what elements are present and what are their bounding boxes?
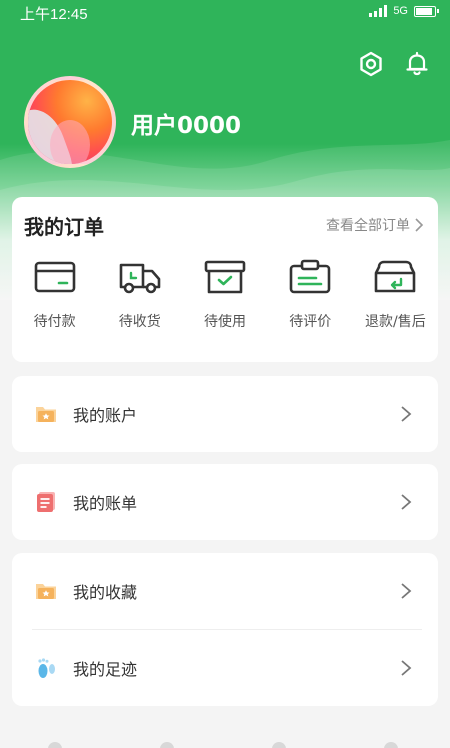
bottom-tab-bar-peek <box>0 742 450 748</box>
order-item-refund[interactable]: 退款/售后 <box>353 257 438 331</box>
order-item-label: 待使用 <box>204 314 246 330</box>
bill-icon <box>37 492 55 512</box>
menu-item-label: 我的账单 <box>73 494 138 513</box>
orders-title: 我的订单 <box>24 215 104 239</box>
bell-icon[interactable] <box>403 50 431 78</box>
status-bar: 上午12:45 5G <box>0 0 450 24</box>
status-time: 上午12:45 <box>20 6 88 23</box>
view-all-orders-label: 查看全部订单 <box>326 218 410 234</box>
bill-card: 我的账单 <box>12 464 438 540</box>
menu-item-label: 我的账户 <box>73 406 138 425</box>
footprint-icon <box>38 658 55 678</box>
favorites-footprint-card: 我的收藏 我的足迹 <box>12 553 438 706</box>
order-item-label: 退款/售后 <box>365 314 426 330</box>
battery-icon <box>414 5 439 17</box>
order-item-to-use[interactable]: 待使用 <box>182 257 267 331</box>
chevron-right-icon <box>401 660 412 676</box>
menu-item-favorites[interactable]: 我的收藏 <box>12 553 438 629</box>
menu-item-label: 我的收藏 <box>73 583 138 602</box>
order-status-list: 待付款 待收货 待使用 待评价 退款/售后 <box>12 257 438 331</box>
order-item-pending-payment[interactable]: 待付款 <box>12 257 97 331</box>
settings-icon[interactable] <box>357 50 385 78</box>
truck-icon <box>119 263 161 294</box>
chevron-right-icon <box>415 218 424 232</box>
card-icon <box>34 261 75 293</box>
view-all-orders-link[interactable]: 查看全部订单 <box>326 215 424 235</box>
folder-star-icon <box>36 584 56 599</box>
menu-item-account[interactable]: 我的账户 <box>12 376 438 452</box>
box-check-icon <box>204 260 246 294</box>
signal-icon <box>369 5 388 17</box>
status-indicators: 5G <box>369 5 439 17</box>
account-card: 我的账户 <box>12 376 438 452</box>
username[interactable]: 用户0000 <box>131 106 241 140</box>
chevron-right-icon <box>401 406 412 422</box>
clipboard-icon <box>289 259 331 294</box>
refund-box-icon <box>375 260 416 293</box>
order-item-label: 待收货 <box>118 314 161 330</box>
order-item-label: 待付款 <box>33 314 76 330</box>
menu-item-footprint[interactable]: 我的足迹 <box>12 630 438 706</box>
chevron-right-icon <box>401 494 412 510</box>
orders-card: 我的订单 查看全部订单 待付款 待收货 待使用 待评价 退款/售后 <box>12 197 438 362</box>
order-item-to-review[interactable]: 待评价 <box>268 257 353 331</box>
chevron-right-icon <box>401 583 412 599</box>
order-item-label: 待评价 <box>289 314 332 330</box>
avatar[interactable] <box>24 76 116 168</box>
menu-item-bill[interactable]: 我的账单 <box>12 464 438 540</box>
network-label: 5G <box>393 5 408 17</box>
order-item-pending-delivery[interactable]: 待收货 <box>97 257 182 331</box>
folder-star-icon <box>36 407 56 422</box>
menu-item-label: 我的足迹 <box>73 660 138 679</box>
